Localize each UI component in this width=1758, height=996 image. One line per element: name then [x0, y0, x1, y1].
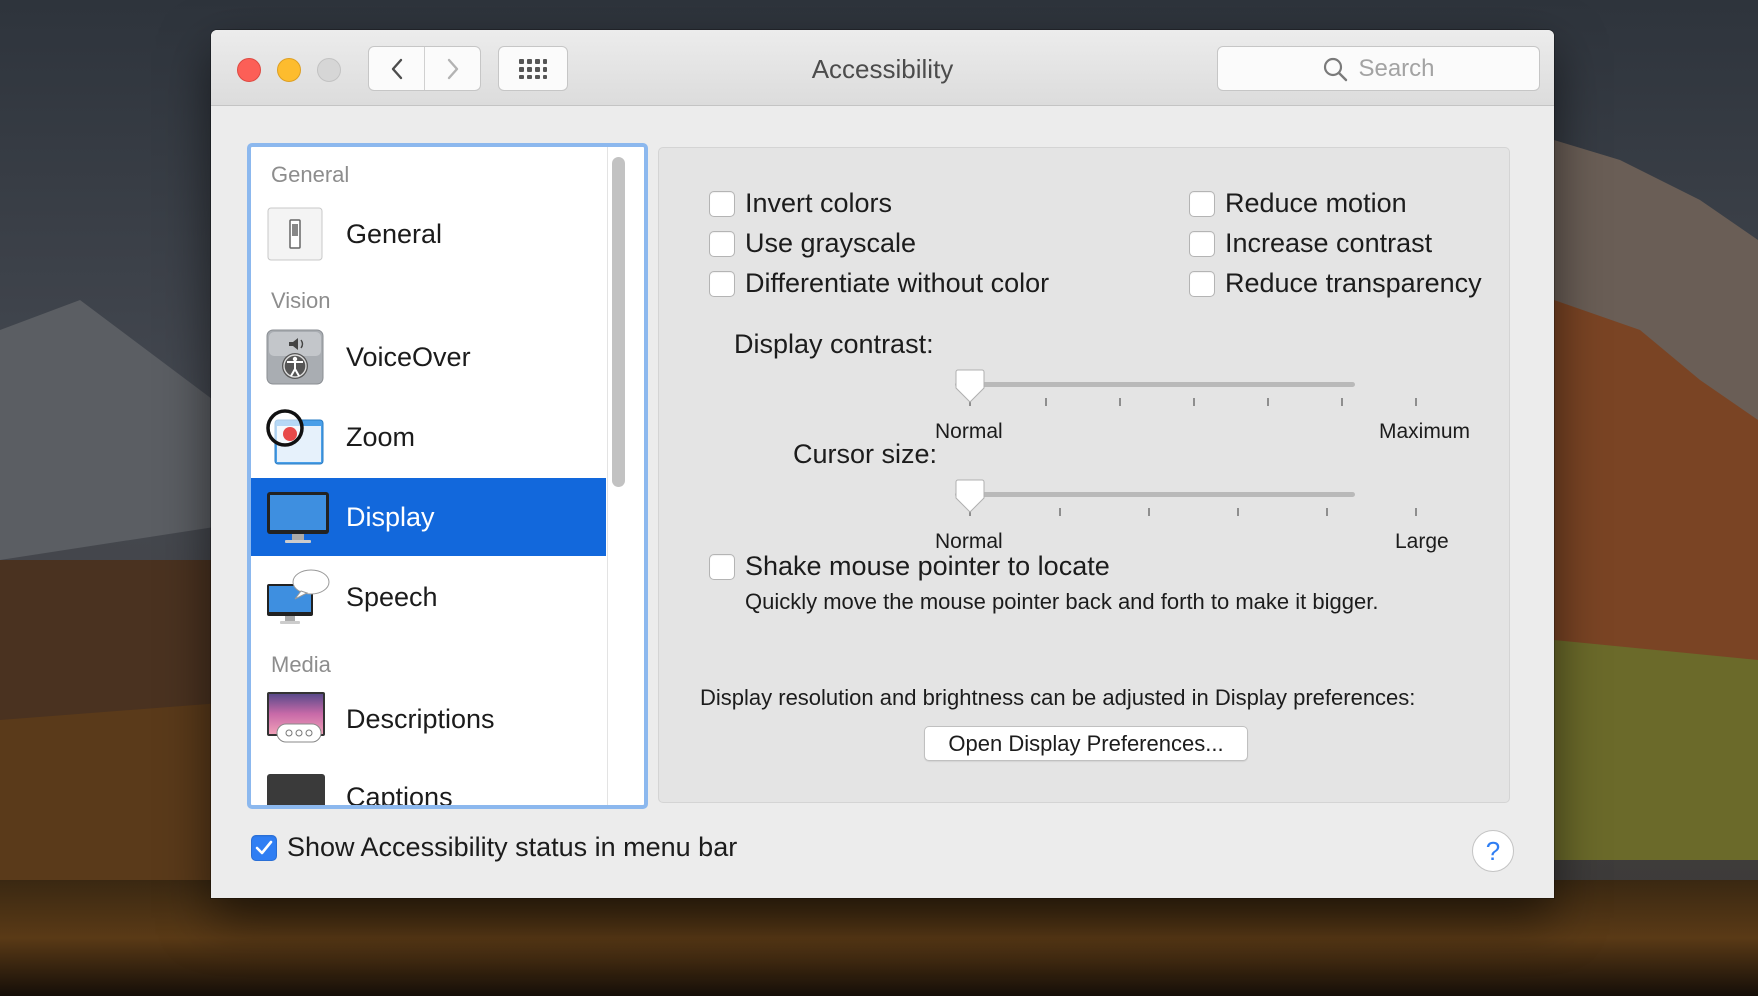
- contrast-max-label: Maximum: [1379, 420, 1471, 443]
- switch-icon: [265, 205, 325, 263]
- checkbox-box[interactable]: [709, 190, 735, 217]
- sidebar-item-label: Display: [346, 501, 435, 532]
- checkbox-label: Use grayscale: [745, 228, 917, 258]
- category-list[interactable]: General General Vision VoiceOver Zoom Di…: [247, 143, 648, 809]
- sidebar-item-descriptions[interactable]: Descriptions: [251, 680, 606, 758]
- captions-icon: [265, 768, 325, 805]
- section-header-general: General: [271, 162, 350, 187]
- checkbox-label: Show Accessibility status in menu bar: [287, 832, 738, 862]
- checkbox-label: Increase contrast: [1225, 228, 1433, 258]
- slider-tick: [1326, 508, 1328, 516]
- sidebar-item-display[interactable]: Display: [251, 478, 606, 556]
- cursor-size-knob[interactable]: [955, 478, 985, 514]
- slider-tick: [1193, 398, 1195, 406]
- show-status-in-menu-bar-checkbox[interactable]: Show Accessibility status in menu bar: [251, 832, 737, 863]
- checkbox-box[interactable]: [1189, 270, 1215, 297]
- sidebar-item-speech[interactable]: Speech: [251, 558, 606, 636]
- display-settings-pane: Invert colors Use grayscale Differentiat…: [658, 147, 1510, 803]
- use-grayscale-checkbox[interactable]: Use grayscale: [709, 228, 916, 259]
- display-contrast-slider[interactable]: [955, 382, 1355, 387]
- sidebar-item-voiceover[interactable]: VoiceOver: [251, 318, 606, 396]
- sidebar-item-general[interactable]: General: [251, 195, 606, 273]
- voiceover-icon: [265, 328, 325, 386]
- shake-description: Quickly move the mouse pointer back and …: [745, 589, 1379, 614]
- titlebar: Accessibility Search: [211, 30, 1554, 106]
- section-header-media: Media: [271, 652, 331, 677]
- accessibility-window: Accessibility Search General General Vis…: [211, 30, 1554, 898]
- shake-mouse-pointer-checkbox[interactable]: Shake mouse pointer to locate: [709, 551, 1110, 582]
- slider-tick: [1415, 508, 1417, 516]
- checkbox-box[interactable]: [709, 553, 735, 580]
- speech-bubble-icon: [265, 568, 330, 626]
- descriptions-icon: [265, 690, 325, 748]
- slider-tick: [1237, 508, 1239, 516]
- checkbox-box[interactable]: [1189, 230, 1215, 257]
- checkbox-box[interactable]: [709, 230, 735, 257]
- contrast-min-label: Normal: [935, 420, 1003, 443]
- help-button[interactable]: ?: [1472, 830, 1514, 872]
- checkbox-label: Differentiate without color: [745, 268, 1050, 298]
- checkbox-label: Reduce motion: [1225, 188, 1407, 218]
- display-preferences-note: Display resolution and brightness can be…: [700, 685, 1416, 710]
- sidebar-item-label: VoiceOver: [346, 341, 471, 372]
- open-display-preferences-button[interactable]: Open Display Preferences...: [924, 726, 1248, 761]
- search-icon: [1324, 57, 1348, 81]
- search-placeholder: Search: [1358, 54, 1435, 82]
- checkbox-label: Shake mouse pointer to locate: [745, 551, 1110, 581]
- checkbox-box[interactable]: [1189, 190, 1215, 217]
- sidebar-item-label: Captions: [346, 781, 453, 809]
- sidebar-item-label: Zoom: [346, 421, 416, 452]
- display-contrast-label: Display contrast:: [734, 329, 934, 359]
- increase-contrast-checkbox[interactable]: Increase contrast: [1189, 228, 1432, 259]
- slider-tick: [1415, 398, 1417, 406]
- cursor-size-slider[interactable]: [955, 492, 1355, 497]
- section-header-vision: Vision: [271, 288, 331, 313]
- reduce-transparency-checkbox[interactable]: Reduce transparency: [1189, 268, 1482, 299]
- search-field[interactable]: Search: [1217, 46, 1540, 91]
- reduce-motion-checkbox[interactable]: Reduce motion: [1189, 188, 1407, 219]
- slider-tick: [1267, 398, 1269, 406]
- sidebar-item-label: Descriptions: [346, 703, 495, 734]
- list-scrollbar[interactable]: [612, 157, 625, 487]
- sidebar-item-zoom[interactable]: Zoom: [251, 398, 606, 476]
- checkbox-box[interactable]: [251, 834, 277, 861]
- list-divider: [607, 147, 608, 805]
- checkmark-icon: [255, 840, 273, 854]
- checkbox-box[interactable]: [709, 270, 735, 297]
- slider-tick: [1119, 398, 1121, 406]
- slider-tick: [1045, 398, 1047, 406]
- differentiate-without-color-checkbox[interactable]: Differentiate without color: [709, 268, 1049, 299]
- sidebar-item-label: General: [346, 218, 443, 249]
- zoom-magnifier-icon: [265, 408, 325, 466]
- slider-tick: [1059, 508, 1061, 516]
- slider-tick: [1341, 398, 1343, 406]
- sidebar-item-captions[interactable]: Captions: [251, 758, 606, 809]
- cursor-max-label: Large: [1395, 530, 1449, 553]
- checkbox-label: Invert colors: [745, 188, 893, 218]
- invert-colors-checkbox[interactable]: Invert colors: [709, 188, 892, 219]
- cursor-size-label: Cursor size:: [793, 439, 938, 469]
- slider-tick: [1148, 508, 1150, 516]
- monitor-icon: [265, 488, 329, 546]
- checkbox-label: Reduce transparency: [1225, 268, 1482, 298]
- display-contrast-knob[interactable]: [955, 368, 985, 404]
- sidebar-item-label: Speech: [346, 581, 438, 612]
